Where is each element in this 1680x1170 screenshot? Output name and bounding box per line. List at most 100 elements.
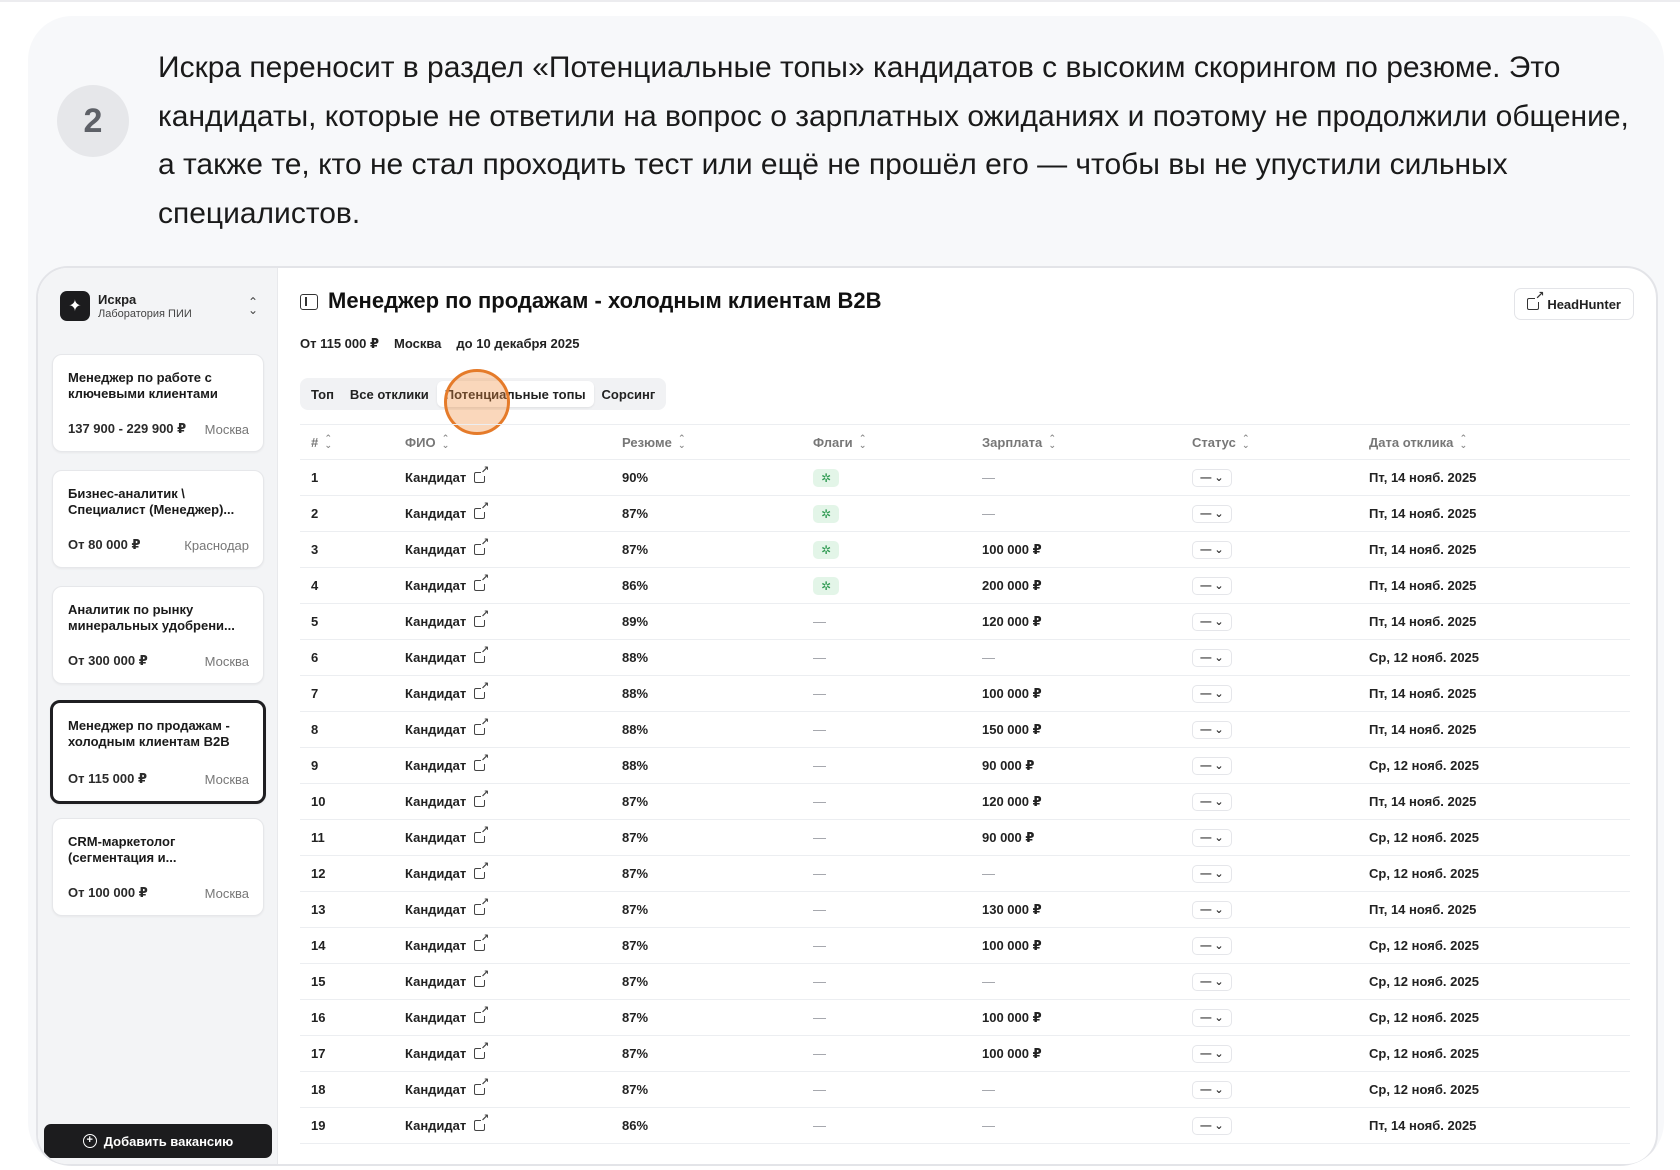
table-row[interactable]: 3 Кандидат 87% ✲ 100 000 ₽ — ⌄ Пт, 14 нояб. 20… [300,532,1630,568]
candidate-link[interactable]: Кандидат [405,1046,466,1061]
external-link-icon[interactable] [474,790,490,807]
candidate-link[interactable]: Кандидат [405,506,466,521]
status-select[interactable]: — ⌄ [1192,792,1232,811]
table-row[interactable]: 4 Кандидат 86% ✲ 200 000 ₽ — ⌄ Пт, 14 нояб. 20… [300,568,1630,604]
headhunter-button[interactable]: HeadHunter [1514,288,1634,320]
status-select[interactable]: — ⌄ [1192,576,1232,595]
status-select[interactable]: — ⌄ [1192,540,1232,559]
headhunter-label: HeadHunter [1547,296,1621,312]
external-link-icon[interactable] [474,574,490,591]
external-link-icon[interactable] [474,466,490,483]
candidate-link[interactable]: Кандидат [405,758,466,773]
table-row[interactable]: 10 Кандидат 87% — 120 000 ₽ — ⌄ Пт, 14 нояб. 2… [300,784,1630,820]
external-link-icon[interactable] [474,970,490,987]
table-row[interactable]: 15 Кандидат 87% — — — ⌄ Ср, 12 нояб. 2025 [300,964,1630,1000]
status-select[interactable]: — ⌄ [1192,972,1232,991]
status-select[interactable]: — ⌄ [1192,864,1232,883]
cell-date: Ср, 12 нояб. 2025 [1369,830,1480,845]
status-select[interactable]: — ⌄ [1192,900,1232,919]
cell-salary: — [982,506,995,521]
candidate-link[interactable]: Кандидат [405,650,466,665]
external-link-icon[interactable] [474,1078,490,1095]
cell-number: 15 [311,974,326,989]
status-select[interactable]: — ⌄ [1192,648,1232,667]
status-select[interactable]: — ⌄ [1192,684,1232,703]
candidate-link[interactable]: Кандидат [405,614,466,629]
status-select[interactable]: — ⌄ [1192,1044,1232,1063]
vacancy-card[interactable]: Менеджер по работе с ключевыми клиентами… [52,354,264,452]
table-row[interactable]: 9 Кандидат 88% — 90 000 ₽ — ⌄ Ср, 12 нояб. 202… [300,748,1630,784]
external-link-icon[interactable] [474,1006,490,1023]
table-row[interactable]: 17 Кандидат 87% — 100 000 ₽ — ⌄ Ср, 12 нояб. 2… [300,1036,1630,1072]
candidate-link[interactable]: Кандидат [405,830,466,845]
status-select[interactable]: — ⌄ [1192,612,1232,631]
external-link-icon[interactable] [474,502,490,519]
vacancy-card-active[interactable]: Менеджер по продажам - холодным клиентам… [50,700,266,804]
table-row[interactable]: 6 Кандидат 88% — — — ⌄ Ср, 12 нояб. 2025 [300,640,1630,676]
table-row[interactable]: 8 Кандидат 88% — 150 000 ₽ — ⌄ Пт, 14 нояб. 20… [300,712,1630,748]
col-flags[interactable]: Флаги ⌃ ⌄ [813,434,982,450]
tab-potential-tops[interactable]: Потенциальные топы [436,381,594,407]
candidate-link[interactable]: Кандидат [405,1010,466,1025]
table-row[interactable]: 14 Кандидат 87% — 100 000 ₽ — ⌄ Ср, 12 нояб. 2… [300,928,1630,964]
candidate-link[interactable]: Кандидат [405,470,466,485]
candidate-link[interactable]: Кандидат [405,542,466,557]
add-vacancy-button[interactable]: + Добавить вакансию [44,1124,272,1158]
status-select[interactable]: — ⌄ [1192,1116,1232,1135]
external-link-icon[interactable] [474,718,490,735]
status-select[interactable]: — ⌄ [1192,468,1232,487]
external-link-icon[interactable] [474,826,490,843]
col-name[interactable]: ФИО ⌃ ⌄ [405,434,622,450]
candidate-link[interactable]: Кандидат [405,722,466,737]
external-link-icon[interactable] [474,610,490,627]
status-select[interactable]: — ⌄ [1192,756,1232,775]
candidate-link[interactable]: Кандидат [405,1082,466,1097]
table-row[interactable]: 13 Кандидат 87% — 130 000 ₽ — ⌄ Пт, 14 нояб. 2… [300,892,1630,928]
external-link-icon[interactable] [474,898,490,915]
external-link-icon[interactable] [474,646,490,663]
col-resume[interactable]: Резюме ⌃ ⌄ [622,434,813,450]
candidate-link[interactable]: Кандидат [405,794,466,809]
status-select[interactable]: — ⌄ [1192,1008,1232,1027]
table-row[interactable]: 12 Кандидат 87% — — — ⌄ Ср, 12 нояб. 2025 [300,856,1630,892]
vacancy-card[interactable]: Аналитик по рынку минеральных удобрени..… [52,586,264,684]
status-select[interactable]: — ⌄ [1192,936,1232,955]
table-row[interactable]: 2 Кандидат 87% ✲ — — ⌄ Пт, 14 нояб. 2025 [300,496,1630,532]
tab-top[interactable]: Топ [303,381,342,407]
table-row[interactable]: 19 Кандидат 86% — — — ⌄ Пт, 14 нояб. 2025 [300,1108,1630,1144]
org-switcher[interactable]: ✦ Искра Лаборатория ПИИ ⌃ ⌄ [60,288,260,324]
tab-sourcing[interactable]: Сорсинг [594,381,664,407]
tab-all-responses[interactable]: Все отклики [342,381,437,407]
sidebar-toggle-icon[interactable] [300,294,318,310]
external-link-icon[interactable] [474,934,490,951]
candidate-link[interactable]: Кандидат [405,1118,466,1133]
candidate-link[interactable]: Кандидат [405,578,466,593]
candidate-link[interactable]: Кандидат [405,866,466,881]
external-link-icon[interactable] [474,1042,490,1059]
external-link-icon[interactable] [474,1114,490,1131]
table-row[interactable]: 11 Кандидат 87% — 90 000 ₽ — ⌄ Ср, 12 нояб. 20… [300,820,1630,856]
table-row[interactable]: 7 Кандидат 88% — 100 000 ₽ — ⌄ Пт, 14 нояб. 20… [300,676,1630,712]
status-select[interactable]: — ⌄ [1192,1080,1232,1099]
table-row[interactable]: 1 Кандидат 90% ✲ — — ⌄ Пт, 14 нояб. 2025 [300,460,1630,496]
candidate-link[interactable]: Кандидат [405,686,466,701]
col-number[interactable]: # ⌃ ⌄ [300,434,405,450]
vacancy-card[interactable]: CRM-маркетолог (сегментация и... От 100 … [52,818,264,916]
table-row[interactable]: 5 Кандидат 89% — 120 000 ₽ — ⌄ Пт, 14 нояб. 20… [300,604,1630,640]
table-row[interactable]: 18 Кандидат 87% — — — ⌄ Ср, 12 нояб. 2025 [300,1072,1630,1108]
status-select[interactable]: — ⌄ [1192,720,1232,739]
col-status[interactable]: Статус ⌃ ⌄ [1192,434,1369,450]
col-date[interactable]: Дата отклика ⌃ ⌄ [1369,434,1630,450]
status-select[interactable]: — ⌄ [1192,828,1232,847]
candidate-link[interactable]: Кандидат [405,974,466,989]
external-link-icon[interactable] [474,682,490,699]
external-link-icon[interactable] [474,538,490,555]
candidate-link[interactable]: Кандидат [405,938,466,953]
table-row[interactable]: 16 Кандидат 87% — 100 000 ₽ — ⌄ Ср, 12 нояб. 2… [300,1000,1630,1036]
vacancy-card[interactable]: Бизнес-аналитик \ Специалист (Менеджер).… [52,470,264,568]
external-link-icon[interactable] [474,754,490,771]
col-salary[interactable]: Зарплата ⌃ ⌄ [982,434,1192,450]
external-link-icon[interactable] [474,862,490,879]
candidate-link[interactable]: Кандидат [405,902,466,917]
status-select[interactable]: — ⌄ [1192,504,1232,523]
